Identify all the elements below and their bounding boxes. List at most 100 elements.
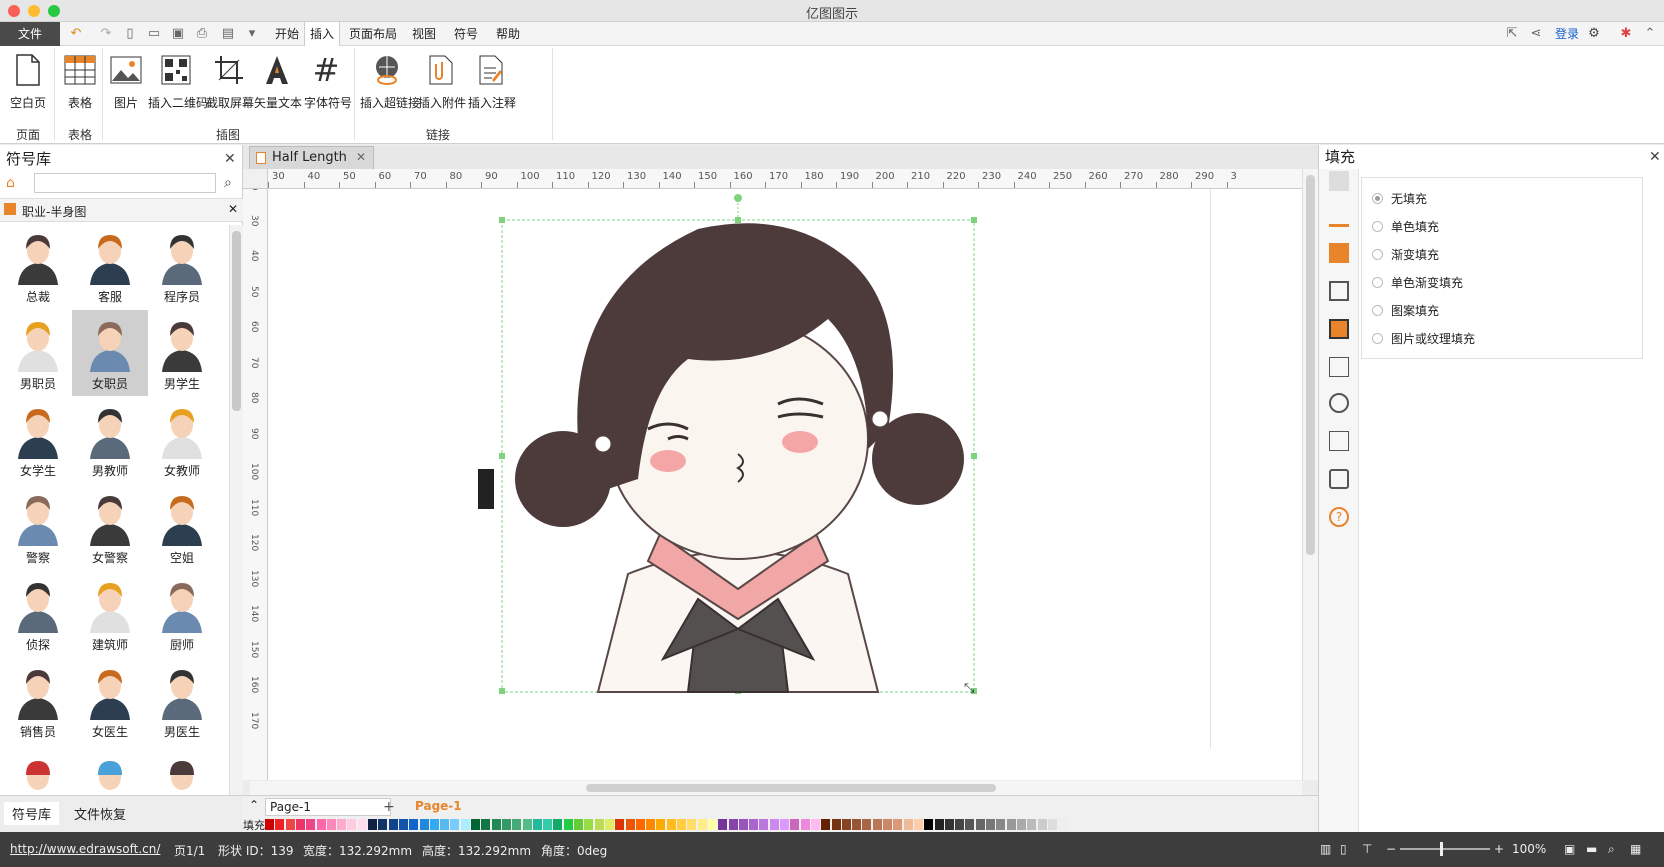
- fill-option[interactable]: 图案填充: [1372, 302, 1439, 319]
- export-share-icon[interactable]: ⇱: [1504, 26, 1520, 42]
- color-swatch[interactable]: [316, 819, 326, 830]
- color-swatch[interactable]: [749, 819, 759, 830]
- symbol-item[interactable]: 男医生: [144, 658, 220, 744]
- color-swatch[interactable]: [965, 819, 975, 830]
- color-swatch[interactable]: [646, 819, 656, 830]
- page-selector[interactable]: Page-1: [265, 798, 391, 816]
- color-swatch[interactable]: [625, 819, 635, 830]
- color-swatch[interactable]: [429, 819, 439, 830]
- page-tab[interactable]: Page-1: [415, 799, 462, 813]
- symbol-item[interactable]: 客服: [72, 223, 148, 309]
- color-swatch[interactable]: [440, 819, 450, 830]
- color-swatch[interactable]: [419, 819, 429, 830]
- font-symbol-button[interactable]: # 字体符号: [304, 50, 352, 111]
- website-link[interactable]: http://www.edrawsoft.cn/: [10, 842, 160, 856]
- layer-icon[interactable]: [1329, 319, 1349, 339]
- color-swatch[interactable]: [759, 819, 769, 830]
- radio-button[interactable]: [1372, 305, 1383, 316]
- color-swatch[interactable]: [326, 819, 336, 830]
- help-icon[interactable]: ?: [1329, 507, 1349, 527]
- tab-symbol[interactable]: 符号: [448, 22, 484, 46]
- zoom-slider-handle[interactable]: [1440, 842, 1443, 856]
- color-swatch[interactable]: [955, 819, 965, 830]
- color-swatch[interactable]: [769, 819, 779, 830]
- tab-file-recovery[interactable]: 文件恢复: [66, 802, 134, 825]
- symbol-item[interactable]: 空姐: [144, 484, 220, 570]
- search-icon[interactable]: ⌕: [224, 175, 232, 191]
- symbol-item[interactable]: 男职员: [0, 310, 76, 396]
- color-swatch[interactable]: [1006, 819, 1016, 830]
- color-swatch[interactable]: [986, 819, 995, 830]
- color-swatch[interactable]: [285, 819, 295, 830]
- swatch-strip[interactable]: [265, 819, 1195, 830]
- color-swatch[interactable]: [532, 819, 542, 830]
- tab-insert[interactable]: 插入: [304, 22, 340, 47]
- zoom-search-icon[interactable]: ⌕: [1608, 842, 1615, 857]
- fill-option[interactable]: 渐变填充: [1372, 246, 1439, 263]
- presentation-icon[interactable]: ⊤: [1362, 842, 1372, 856]
- color-swatch[interactable]: [347, 819, 357, 830]
- color-swatch[interactable]: [934, 819, 944, 830]
- color-swatch[interactable]: [409, 819, 419, 830]
- color-swatch[interactable]: [635, 819, 645, 830]
- color-swatch[interactable]: [1037, 819, 1047, 830]
- color-swatch[interactable]: [780, 819, 789, 830]
- color-swatch[interactable]: [924, 819, 934, 830]
- tab-view[interactable]: 视图: [406, 22, 442, 46]
- horizontal-scrollbar[interactable]: [250, 781, 1302, 795]
- fit-page-icon[interactable]: ▣: [1564, 842, 1575, 856]
- comment-icon[interactable]: [1329, 469, 1349, 489]
- color-swatch[interactable]: [697, 819, 707, 830]
- print-icon[interactable]: ⎙: [194, 26, 210, 42]
- add-page-icon[interactable]: +: [383, 799, 395, 815]
- color-swatch[interactable]: [275, 819, 285, 830]
- fill-option[interactable]: 无填充: [1372, 190, 1427, 207]
- color-swatch[interactable]: [913, 819, 923, 830]
- color-swatch[interactable]: [604, 819, 614, 830]
- shape-color-icon[interactable]: [1329, 243, 1349, 263]
- drawing-canvas[interactable]: ⤡: [268, 189, 1308, 780]
- color-swatch[interactable]: [388, 819, 398, 830]
- export-icon[interactable]: ▤: [220, 26, 236, 42]
- color-swatch[interactable]: [944, 819, 954, 830]
- share-icon[interactable]: ⋖: [1528, 26, 1544, 42]
- symbol-item[interactable]: 女教师: [144, 397, 220, 483]
- fit-width-icon[interactable]: ▬: [1586, 842, 1597, 856]
- insert-qrcode-button[interactable]: 插入二维码: [148, 50, 208, 111]
- tab-start[interactable]: 开始: [268, 22, 306, 46]
- color-swatch[interactable]: [378, 819, 388, 830]
- open-folder-icon[interactable]: ▭: [146, 26, 162, 42]
- color-swatch[interactable]: [883, 819, 892, 830]
- color-swatch[interactable]: [501, 819, 511, 830]
- customize-toolbar-icon[interactable]: ▾: [244, 26, 260, 42]
- color-swatch[interactable]: [677, 819, 686, 830]
- close-tab-icon[interactable]: ✕: [356, 150, 366, 164]
- color-swatch[interactable]: [738, 819, 748, 830]
- insert-note-button[interactable]: 插入注释: [468, 50, 516, 111]
- symbol-item[interactable]: 侦探: [0, 571, 76, 657]
- fill-option[interactable]: 单色渐变填充: [1372, 274, 1463, 291]
- grid-icon[interactable]: ▦: [1630, 842, 1641, 856]
- symbol-item[interactable]: 厨师: [144, 571, 220, 657]
- radio-button[interactable]: [1372, 193, 1383, 204]
- new-file-icon[interactable]: ▯: [122, 26, 138, 42]
- color-swatch[interactable]: [368, 819, 377, 830]
- zoom-slider[interactable]: [1400, 842, 1490, 856]
- color-swatch[interactable]: [594, 819, 604, 830]
- gear-icon[interactable]: ⚙: [1586, 26, 1602, 42]
- collapse-ribbon-icon[interactable]: ⌃: [1642, 26, 1658, 42]
- radio-button[interactable]: [1372, 221, 1383, 232]
- color-swatch[interactable]: [656, 819, 666, 830]
- radio-button[interactable]: [1372, 249, 1383, 260]
- color-swatch[interactable]: [687, 819, 697, 830]
- color-swatch[interactable]: [584, 819, 594, 830]
- home-icon[interactable]: ⌂: [6, 175, 15, 191]
- app-logo-icon[interactable]: ✱: [1618, 26, 1634, 42]
- attachment-icon[interactable]: [1329, 431, 1349, 451]
- radio-button[interactable]: [1372, 277, 1383, 288]
- symbol-item[interactable]: 总裁: [0, 223, 76, 309]
- color-swatch[interactable]: [841, 819, 851, 830]
- outline-view-icon[interactable]: ▯: [1340, 842, 1347, 856]
- symbol-item[interactable]: 男学生: [144, 310, 220, 396]
- symbol-item[interactable]: 女学生: [0, 397, 76, 483]
